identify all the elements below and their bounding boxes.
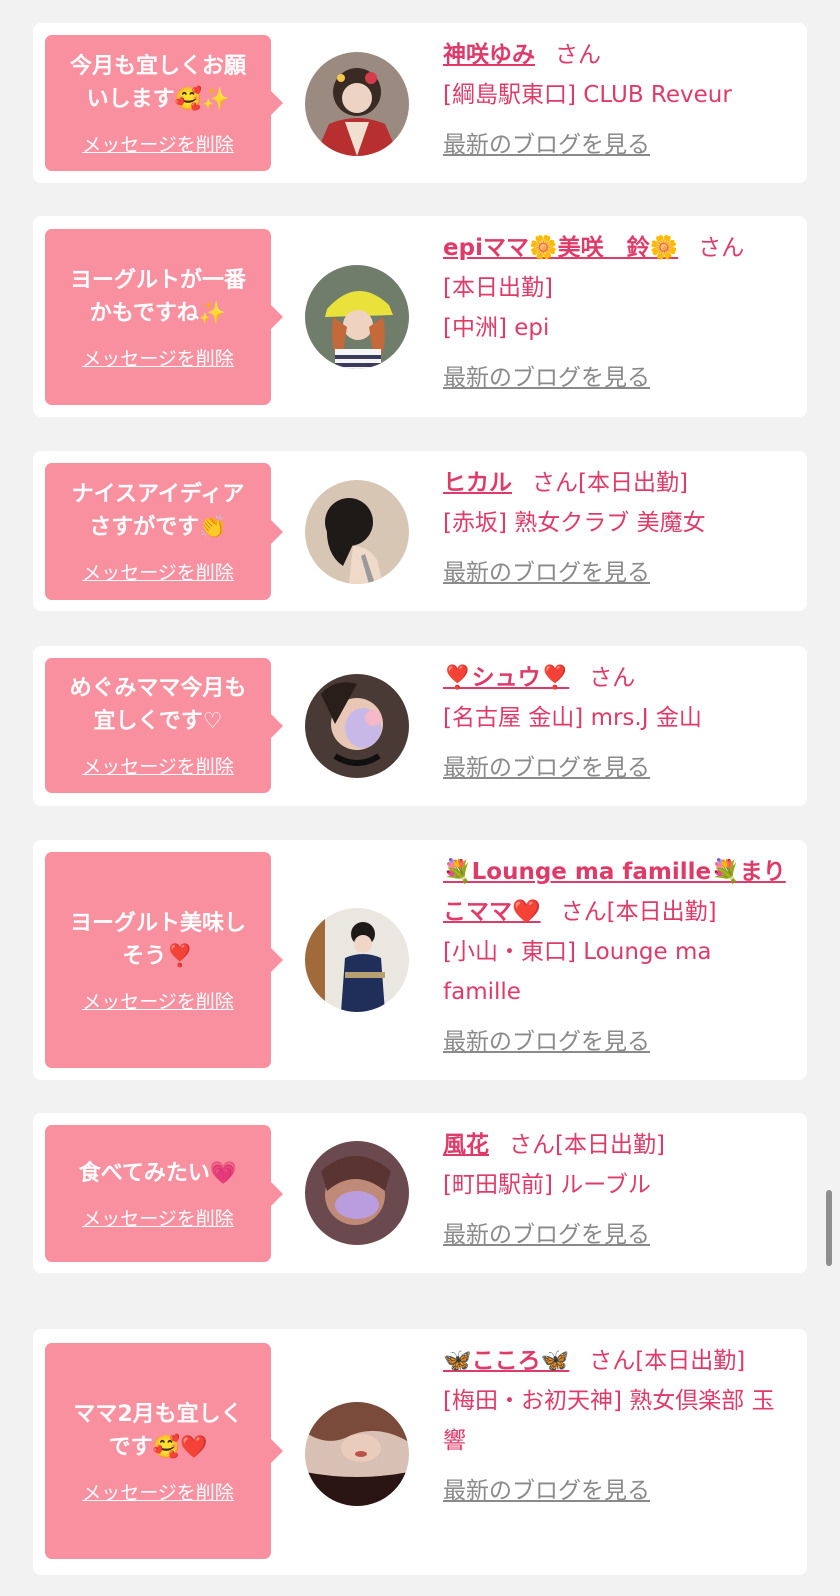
honorific: さん (555, 42, 601, 68)
cast-info: 神咲ゆみ さん [綱島駅東口] CLUB Reveur 最新のブログを見る (443, 35, 793, 159)
delete-message-link[interactable]: メッセージを削除 (82, 1478, 234, 1505)
message-card: ヨーグルト美味し そう❣️ メッセージを削除 💐Lounge ma famill… (33, 840, 807, 1080)
shop-line: [小山・東口] Lounge ma famille (443, 939, 712, 1005)
message-card: 食べてみたい💗 メッセージを削除 風花 さん[本日出勤] [町田駅前] ルーブル … (33, 1113, 807, 1273)
shop-line: [赤坂] 熟女クラブ 美魔女 (443, 510, 706, 536)
name-line: 風花 さん[本日出勤] (443, 1125, 793, 1165)
honorific: さん (509, 1132, 555, 1158)
message-text: 食べてみたい💗 (78, 1160, 238, 1186)
name-line: ❣️シュウ❣️ さん (443, 658, 793, 698)
delete-message-link[interactable]: メッセージを削除 (82, 344, 234, 371)
latest-blog-link[interactable]: 最新のブログを見る (443, 358, 650, 392)
cast-info: ❣️シュウ❣️ さん [名古屋 金山] mrs.J 金山 最新のブログを見る (443, 658, 793, 782)
avatar[interactable] (305, 265, 409, 369)
latest-blog-link[interactable]: 最新のブログを見る (443, 748, 650, 782)
name-line: 神咲ゆみ さん (443, 35, 793, 75)
message-bubble: ヨーグルトが一番 かもですね✨ メッセージを削除 (45, 229, 283, 405)
latest-blog-link[interactable]: 最新のブログを見る (443, 1471, 650, 1505)
message-card: ナイスアイディア さすがです👏 メッセージを削除 ヒカル さん[本日出勤] [赤坂… (33, 451, 807, 611)
shop-line: [中洲] epi (443, 315, 550, 341)
message-text: ヨーグルトが一番 かもですね✨ (69, 267, 246, 326)
cast-info: 🦋こころ🦋 さん[本日出勤] [梅田・お初天神] 熟女倶楽部 玉響 最新のブログを… (443, 1341, 793, 1505)
shop-line: [梅田・お初天神] 熟女倶楽部 玉響 (443, 1388, 775, 1454)
delete-message-link[interactable]: メッセージを削除 (82, 752, 234, 779)
avatar-photo (305, 1141, 409, 1245)
status-line: [本日出勤] (443, 275, 553, 301)
message-card: ママ2月も宜しく です🥰❤️ メッセージを削除 🦋こころ🦋 さん[本日出勤] [梅… (33, 1329, 807, 1575)
status-label: [本日出勤] (635, 1348, 746, 1374)
delete-message-link[interactable]: メッセージを削除 (82, 558, 234, 585)
latest-blog-link[interactable]: 最新のブログを見る (443, 1215, 650, 1249)
cast-name-link[interactable]: ヒカル (443, 470, 512, 496)
avatar[interactable] (305, 908, 409, 1012)
delete-message-link[interactable]: メッセージを削除 (82, 1204, 234, 1231)
shop-line: [名古屋 金山] mrs.J 金山 (443, 705, 702, 731)
message-text: ナイスアイディア さすがです👏 (71, 482, 245, 540)
message-card: ヨーグルトが一番 かもですね✨ メッセージを削除 epiママ🌼美咲 鈴🌼 さん [… (33, 216, 807, 417)
avatar[interactable] (305, 52, 409, 156)
message-bubble: 食べてみたい💗 メッセージを削除 (45, 1125, 283, 1262)
honorific: さん (698, 235, 745, 261)
status-label: [本日出勤] (578, 470, 688, 496)
message-bubble: ママ2月も宜しく です🥰❤️ メッセージを削除 (45, 1343, 283, 1559)
avatar[interactable] (305, 1402, 409, 1506)
honorific: さん (532, 470, 578, 496)
message-text: めぐみママ今月も 宜しくです♡ (69, 676, 247, 734)
message-text: ヨーグルト美味し そう❣️ (69, 910, 246, 969)
cast-info: epiママ🌼美咲 鈴🌼 さん [本日出勤] [中洲] epi 最新のブログを見る (443, 228, 793, 392)
avatar-photo (305, 908, 409, 1012)
message-text: 今月も宜しくお願 いします🥰✨ (69, 53, 246, 112)
name-line: 🦋こころ🦋 さん[本日出勤] (443, 1341, 793, 1381)
cast-name-link[interactable]: 🦋こころ🦋 (443, 1348, 569, 1374)
message-bubble: めぐみママ今月も 宜しくです♡ メッセージを削除 (45, 658, 283, 793)
message-bubble: 今月も宜しくお願 いします🥰✨ メッセージを削除 (45, 35, 283, 171)
status-label: [本日出勤] (555, 1132, 665, 1158)
avatar-photo (305, 1402, 409, 1506)
cast-info: ヒカル さん[本日出勤] [赤坂] 熟女クラブ 美魔女 最新のブログを見る (443, 463, 793, 587)
scrollbar[interactable] (826, 1190, 832, 1266)
name-line: ヒカル さん[本日出勤] (443, 463, 793, 503)
honorific: さん (589, 665, 636, 691)
avatar-photo (305, 674, 409, 778)
message-card: めぐみママ今月も 宜しくです♡ メッセージを削除 ❣️シュウ❣️ さん [名古屋 … (33, 646, 807, 806)
latest-blog-link[interactable]: 最新のブログを見る (443, 125, 650, 159)
cast-name-link[interactable]: 神咲ゆみ (443, 42, 535, 68)
cast-name-link[interactable]: 風花 (443, 1132, 489, 1158)
avatar-photo (305, 265, 409, 369)
cast-info: 💐Lounge ma famille💐まりこママ❤️ さん[本日出勤] [小山・東… (443, 852, 793, 1056)
avatar[interactable] (305, 1141, 409, 1245)
status-label: [本日出勤] (606, 899, 717, 925)
honorific: さん (589, 1348, 636, 1374)
latest-blog-link[interactable]: 最新のブログを見る (443, 553, 650, 587)
delete-message-link[interactable]: メッセージを削除 (82, 130, 234, 157)
delete-message-link[interactable]: メッセージを削除 (82, 987, 234, 1014)
name-line: epiママ🌼美咲 鈴🌼 さん (443, 228, 793, 268)
message-bubble: ヨーグルト美味し そう❣️ メッセージを削除 (45, 852, 283, 1068)
avatar-photo (305, 480, 409, 584)
cast-name-link[interactable]: ❣️シュウ❣️ (443, 665, 569, 691)
cast-info: 風花 さん[本日出勤] [町田駅前] ルーブル 最新のブログを見る (443, 1125, 793, 1249)
message-card: 今月も宜しくお願 いします🥰✨ メッセージを削除 神咲ゆみ さん [綱島駅東口] … (33, 23, 807, 183)
name-line: 💐Lounge ma famille💐まりこママ❤️ さん[本日出勤] (443, 852, 793, 932)
message-text: ママ2月も宜しく です🥰❤️ (73, 1401, 243, 1460)
honorific: さん (560, 899, 607, 925)
avatar[interactable] (305, 480, 409, 584)
cast-name-link[interactable]: epiママ🌼美咲 鈴🌼 (443, 235, 678, 261)
message-bubble: ナイスアイディア さすがです👏 メッセージを削除 (45, 463, 283, 600)
shop-line: [綱島駅東口] CLUB Reveur (443, 82, 732, 108)
avatar[interactable] (305, 674, 409, 778)
latest-blog-link[interactable]: 最新のブログを見る (443, 1022, 650, 1056)
shop-line: [町田駅前] ルーブル (443, 1172, 651, 1198)
avatar-photo (305, 52, 409, 156)
